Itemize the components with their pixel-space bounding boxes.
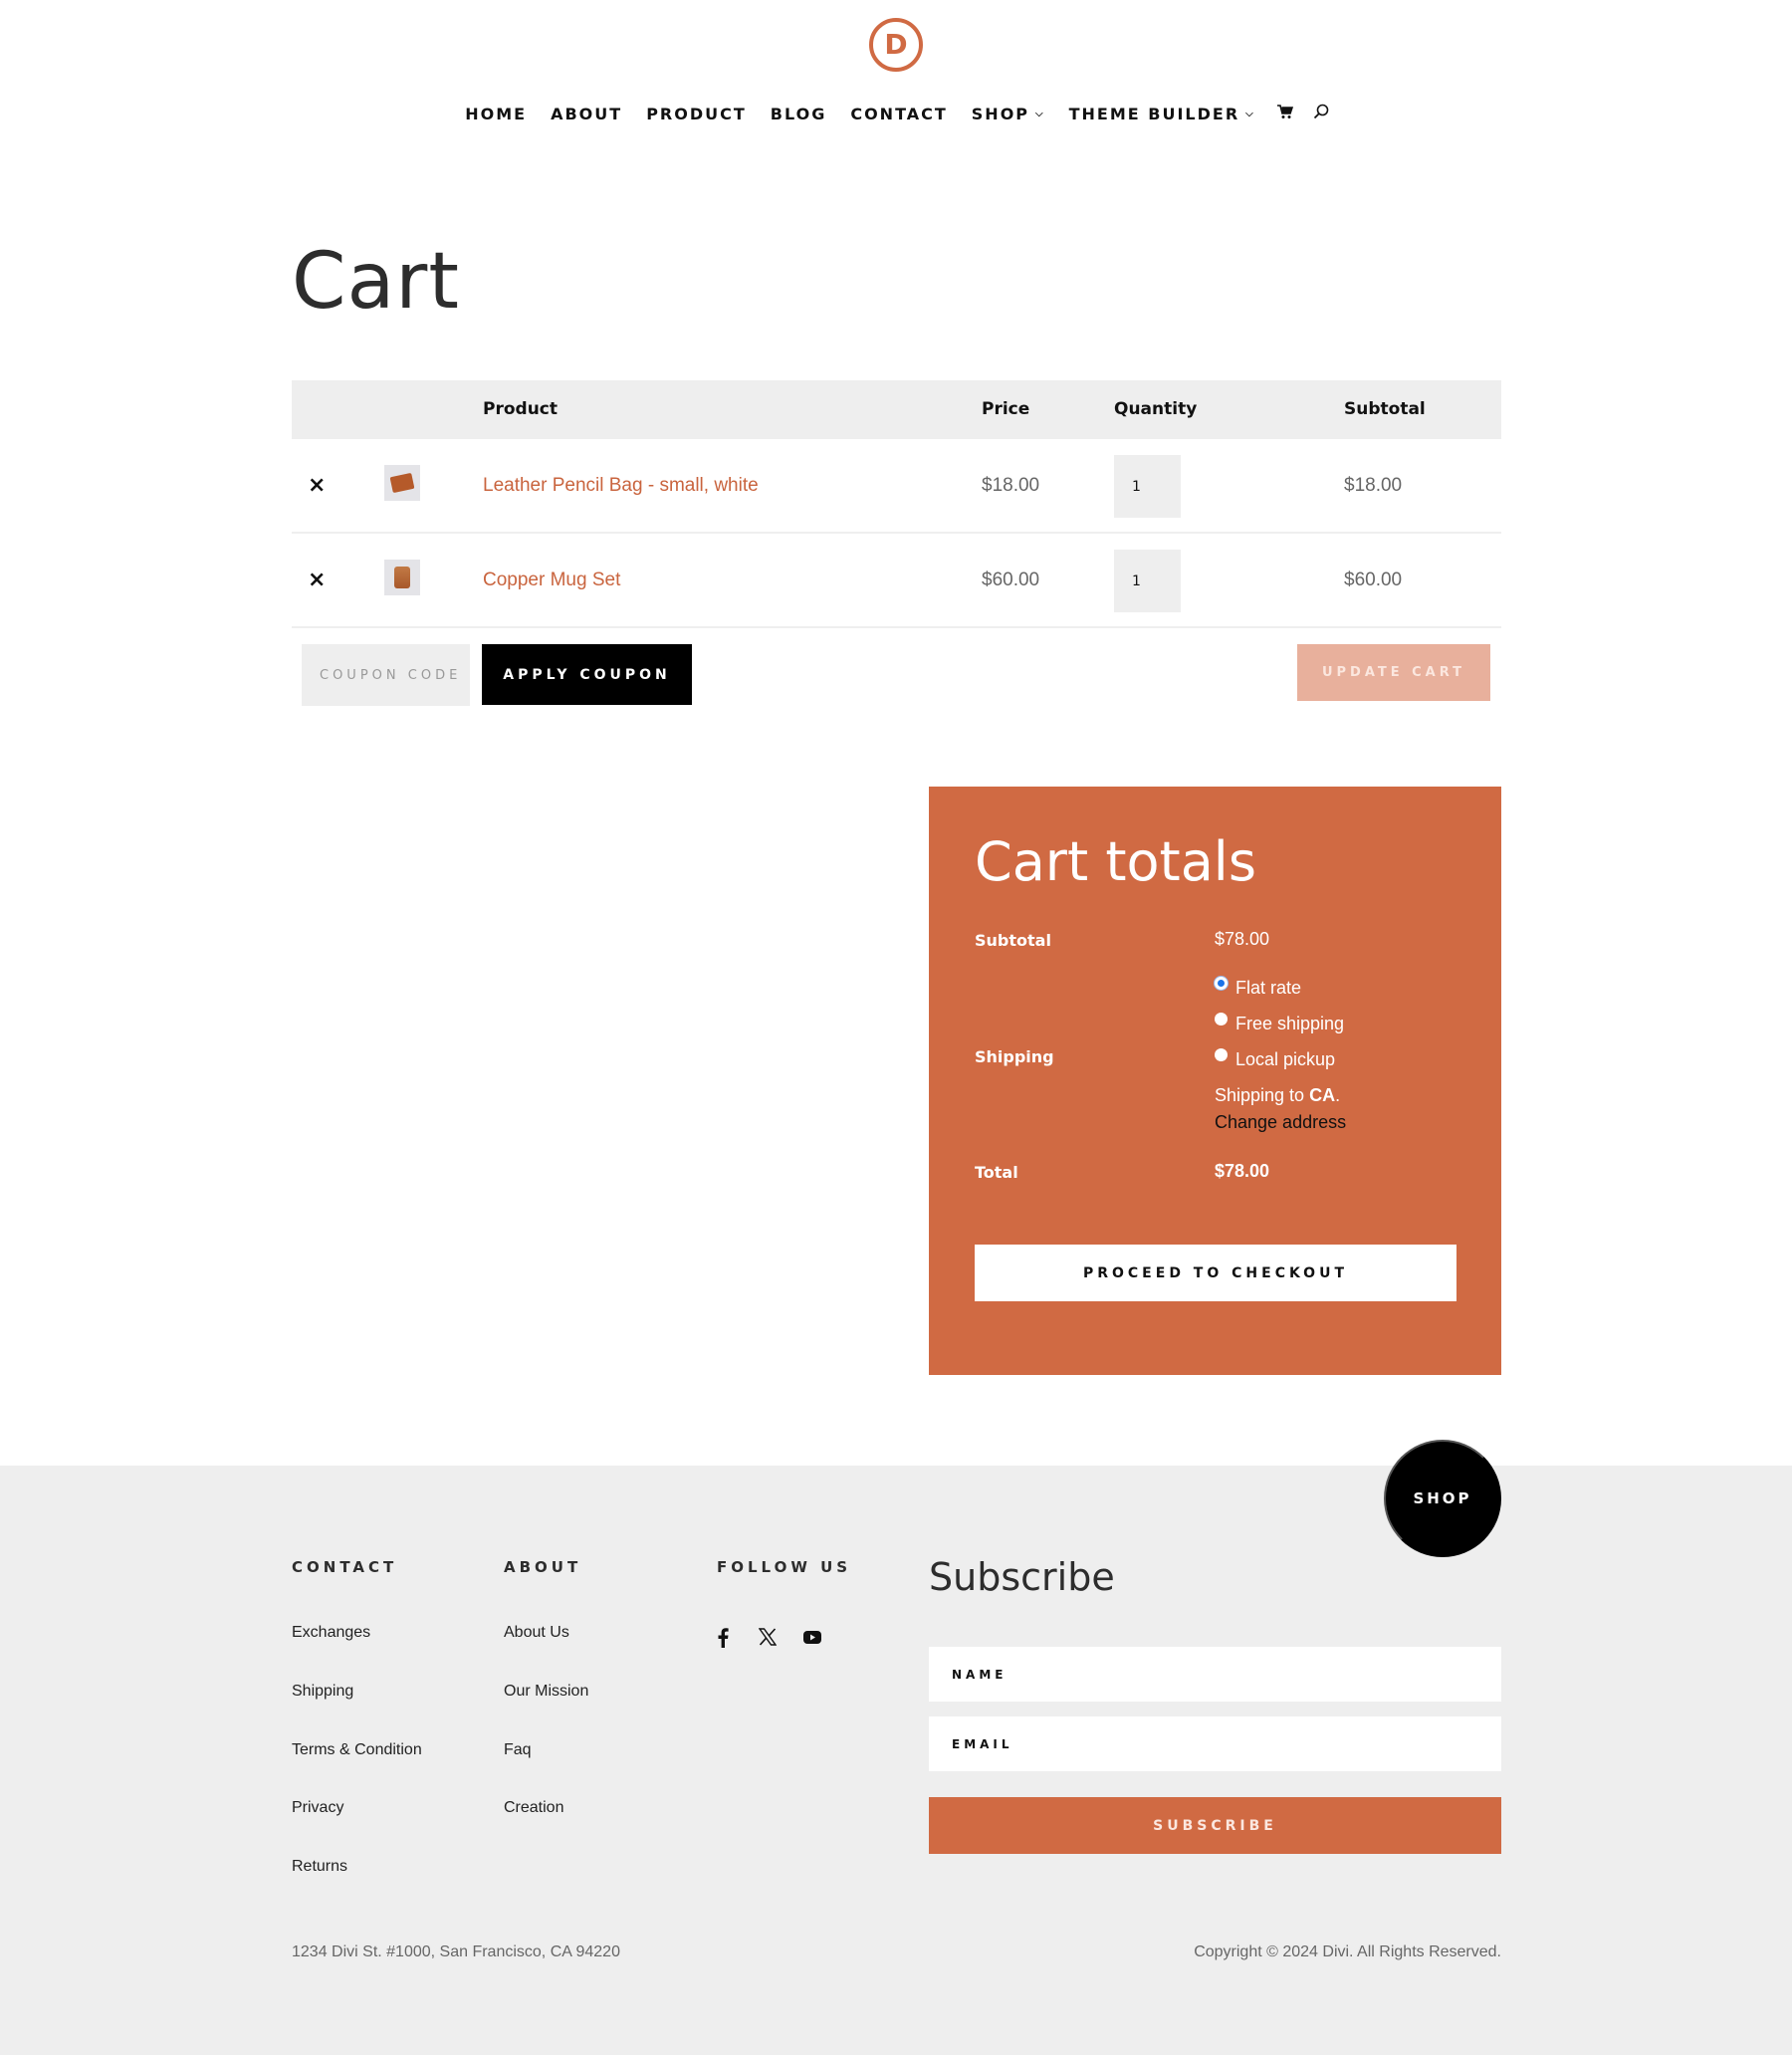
subtotal-label: Subtotal	[975, 931, 1051, 950]
footer-link[interactable]: Shipping	[292, 1683, 353, 1701]
table-row: × Copper Mug Set $60.00 $60.00	[292, 534, 1501, 628]
shipping-option-local-pickup[interactable]: Local pickup	[1215, 1048, 1336, 1070]
footer-link[interactable]: Creation	[504, 1799, 563, 1817]
chevron-down-icon: ⌵	[1035, 109, 1045, 119]
footer-contact-heading: CONTACT	[292, 1558, 398, 1576]
nav-item-about[interactable]: ABOUT	[551, 105, 622, 123]
product-thumbnail[interactable]	[384, 465, 420, 501]
footer-link[interactable]: Terms & Condition	[292, 1741, 422, 1759]
nav-label: CONTACT	[850, 105, 948, 123]
radio-unchecked[interactable]	[1215, 1048, 1228, 1061]
remove-item-button[interactable]: ×	[308, 568, 326, 592]
cart-totals-panel: Cart totals Subtotal $78.00 Shipping Fla…	[929, 787, 1501, 1375]
footer-copyright: Copyright © 2024 Divi. All Rights Reserv…	[1194, 1943, 1501, 1960]
proceed-to-checkout-button[interactable]: PROCEED TO CHECKOUT	[975, 1245, 1456, 1301]
shipping-option-free-shipping[interactable]: Free shipping	[1215, 1013, 1345, 1034]
footer-link[interactable]: Exchanges	[292, 1624, 370, 1642]
quantity-input[interactable]	[1114, 455, 1181, 518]
product-link[interactable]: Leather Pencil Bag - small, white	[483, 475, 759, 497]
header-subtotal: Subtotal	[1344, 399, 1426, 419]
product-subtotal: $60.00	[1344, 570, 1403, 590]
logo-letter: D	[884, 28, 908, 61]
nav-label: ABOUT	[551, 105, 623, 123]
product-link[interactable]: Copper Mug Set	[483, 570, 620, 591]
nav-item-contact[interactable]: CONTACT	[850, 105, 947, 123]
chevron-down-icon: ⌵	[1245, 109, 1255, 119]
cart-table-header: Product Price Quantity Subtotal	[292, 380, 1501, 439]
product-subtotal: $18.00	[1344, 475, 1403, 496]
header-quantity: Quantity	[1114, 399, 1198, 419]
subtotal-value: $78.00	[1215, 929, 1270, 949]
youtube-icon[interactable]	[802, 1628, 822, 1650]
product-price: $18.00	[982, 475, 1040, 496]
subscribe-button[interactable]: SUBSCRIBE	[929, 1797, 1501, 1854]
header-price: Price	[982, 399, 1030, 419]
footer-link[interactable]: Privacy	[292, 1799, 343, 1817]
remove-item-button[interactable]: ×	[308, 473, 326, 498]
footer-follow-heading: FOLLOW US	[717, 1558, 852, 1576]
footer-link[interactable]: Our Mission	[504, 1683, 588, 1701]
shop-floating-button[interactable]: SHOP	[1384, 1440, 1501, 1557]
option-label: Free shipping	[1235, 1014, 1345, 1033]
subscribe-name-input[interactable]	[929, 1647, 1501, 1702]
footer-link[interactable]: About Us	[504, 1624, 569, 1642]
footer-link[interactable]: Returns	[292, 1858, 347, 1876]
shipping-region: CA	[1309, 1085, 1336, 1105]
search-icon[interactable]	[1313, 104, 1329, 124]
footer-link[interactable]: Faq	[504, 1741, 532, 1759]
apply-coupon-button[interactable]: APPLY COUPON	[482, 644, 692, 705]
page-title: Cart	[292, 237, 460, 327]
total-label: Total	[975, 1163, 1018, 1182]
cart-table: Product Price Quantity Subtotal × Leathe…	[292, 380, 1501, 628]
option-label: Local pickup	[1235, 1049, 1336, 1069]
shipping-to-suffix: .	[1335, 1085, 1341, 1105]
radio-checked[interactable]	[1215, 977, 1228, 990]
quantity-input[interactable]	[1114, 550, 1181, 612]
shipping-destination: Shipping to CA.	[1215, 1085, 1340, 1106]
nav-item-blog[interactable]: BLOG	[771, 105, 827, 123]
nav-label: PRODUCT	[646, 105, 747, 123]
nav-label: HOME	[465, 105, 528, 123]
footer-address: 1234 Divi St. #1000, San Francisco, CA 9…	[292, 1943, 620, 1960]
facebook-icon[interactable]	[717, 1628, 729, 1653]
change-address-link[interactable]: Change address	[1215, 1112, 1346, 1133]
header-product: Product	[483, 399, 558, 419]
cart-totals-title: Cart totals	[975, 830, 1256, 893]
main-nav: HOME ABOUT PRODUCT BLOG CONTACT SHOP ⌵ TH…	[0, 104, 1792, 124]
cart-icon[interactable]	[1276, 104, 1293, 124]
shipping-label: Shipping	[975, 1047, 1054, 1066]
site-footer	[0, 1466, 1792, 2055]
shipping-to-prefix: Shipping to	[1215, 1085, 1310, 1105]
nav-label: SHOP	[971, 105, 1030, 123]
update-cart-button[interactable]: UPDATE CART	[1297, 644, 1490, 701]
nav-item-shop[interactable]: SHOP ⌵	[972, 105, 1045, 123]
footer-about-heading: ABOUT	[504, 1558, 582, 1576]
radio-unchecked[interactable]	[1215, 1013, 1228, 1026]
option-label: Flat rate	[1235, 978, 1302, 998]
nav-item-home[interactable]: HOME	[465, 105, 527, 123]
total-value: $78.00	[1215, 1161, 1270, 1181]
subscribe-heading: Subscribe	[929, 1555, 1115, 1599]
x-twitter-icon[interactable]	[758, 1628, 778, 1651]
subscribe-email-input[interactable]	[929, 1716, 1501, 1771]
product-thumbnail[interactable]	[384, 560, 420, 595]
site-logo[interactable]: D	[869, 18, 923, 72]
nav-label: THEME BUILDER	[1068, 105, 1240, 123]
coupon-code-input[interactable]	[302, 644, 470, 706]
nav-item-theme-builder[interactable]: THEME BUILDER ⌵	[1069, 105, 1255, 123]
shipping-option-flat-rate[interactable]: Flat rate	[1215, 977, 1302, 999]
nav-label: BLOG	[770, 105, 827, 123]
nav-item-product[interactable]: PRODUCT	[646, 105, 747, 123]
product-price: $60.00	[982, 570, 1040, 590]
table-row: × Leather Pencil Bag - small, white $18.…	[292, 439, 1501, 534]
